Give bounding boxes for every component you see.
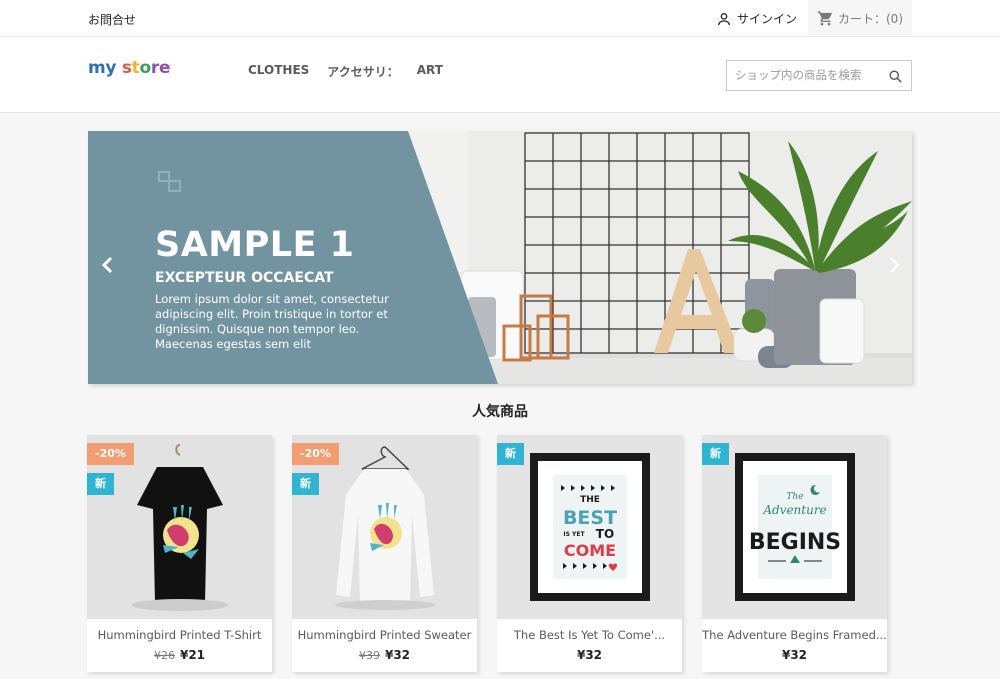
main-nav: CLOTHES アクセサリ： ART [248,63,461,80]
price: ¥21 [179,648,206,662]
nav-item-art[interactable]: ART [417,63,443,80]
product-image[interactable]: THE BEST IS YET TO COME 新 [497,435,682,619]
product-image[interactable]: -20% 新 [87,435,272,619]
chevron-left-icon[interactable] [98,255,118,275]
logo-part: re [150,58,171,78]
header: my store CLOTHES アクセサリ： ART [0,37,1000,113]
price-row: ¥32 [702,648,887,662]
logo-part: my [88,58,117,78]
price-row: ¥26 ¥21 [87,648,272,662]
nav-item-clothes[interactable]: CLOTHES [248,63,309,80]
product-name[interactable]: Hummingbird Printed T-Shirt [87,628,272,642]
poster-text: BEGINS [749,530,841,555]
product-card[interactable]: THE BEST IS YET TO COME 新 The Best Is Ye… [497,435,682,672]
product-name[interactable]: The Best Is Yet To Come'... [497,628,682,642]
adventure-poster-image: The Adventure BEGINS [702,435,887,619]
poster-text: BEST [563,507,617,529]
product-name[interactable]: The Adventure Begins Framed... [702,628,887,642]
new-badge: 新 [497,443,524,465]
cart-label: カート：(0) [838,11,903,26]
logo-part: o [139,58,151,78]
poster-text: Adventure [762,503,826,517]
logo-part: s [121,58,132,78]
old-price: ¥26 [153,649,175,662]
search-input[interactable] [735,68,885,82]
new-badge: 新 [702,443,729,465]
old-price: ¥39 [358,649,380,662]
new-badge: 新 [87,473,114,495]
cart-button[interactable]: カート：(0) [808,0,912,36]
store-logo[interactable]: my store [88,58,171,78]
poster-text: COME [564,541,616,560]
poster-text: The [786,492,803,502]
new-badge: 新 [292,473,319,495]
price: ¥32 [781,648,808,662]
signin-label: サインイン [737,12,798,26]
nav-item-accessories[interactable]: アクセサリ： [327,63,398,80]
product-card[interactable]: -20% 新 Hummingbird Printed T-Shirt ¥26 ¥2… [87,435,272,672]
slide-text: Lorem ipsum dolor sit amet, consectetur … [155,292,389,351]
hero-carousel[interactable]: SAMPLE 1 EXCEPTEUR OCCAECAT Lorem ipsum … [88,131,912,384]
product-image[interactable]: -20% 新 [292,435,477,619]
discount-badge: -20% [87,443,134,465]
top-bar: お問合せ サインイン カート：(0) [0,0,1000,37]
cart-icon [817,10,832,26]
product-list: -20% 新 Hummingbird Printed T-Shirt ¥26 ¥2… [87,435,917,679]
search-icon[interactable] [888,69,903,84]
product-image[interactable]: The Adventure BEGINS 新 [702,435,887,619]
poster-text: TO [596,527,614,541]
product-name[interactable]: Hummingbird Printed Sweater [292,628,477,642]
product-card[interactable]: -20% 新 Hummingbird Printed Sweater ¥39 ¥3… [292,435,477,672]
price: ¥32 [384,648,411,662]
slide-title: SAMPLE 1 [155,225,355,265]
section-title: 人気商品 [472,404,528,420]
price-row: ¥32 [497,648,682,662]
price-row: ¥39 ¥32 [292,648,477,662]
poster-text: IS YET [563,531,585,538]
chevron-right-icon[interactable] [884,255,904,275]
best-poster-image: THE BEST IS YET TO COME [497,435,682,619]
contact-link[interactable]: お問合せ [88,11,136,28]
search-box [726,60,912,91]
price: ¥32 [576,648,603,662]
slide-subtitle: EXCEPTEUR OCCAECAT [155,270,334,286]
signin-link[interactable]: サインイン [716,10,797,27]
discount-badge: -20% [292,443,339,465]
poster-text: THE [580,495,600,505]
product-card[interactable]: The Adventure BEGINS 新 The Adventure Beg… [702,435,887,672]
user-icon [718,12,730,25]
